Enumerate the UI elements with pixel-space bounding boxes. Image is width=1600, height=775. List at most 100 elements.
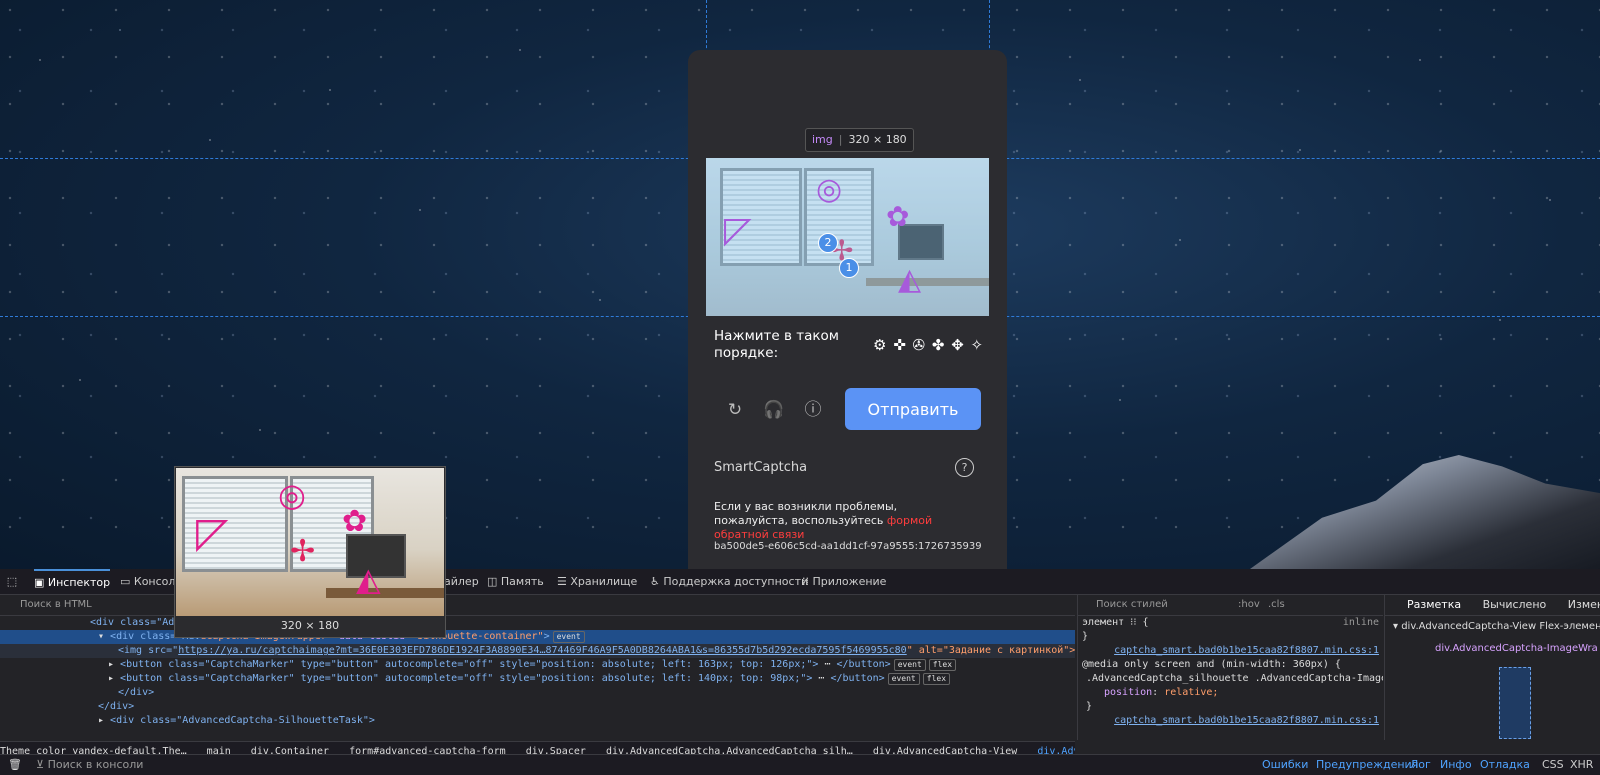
- headphones-icon[interactable]: 🎧: [762, 398, 786, 422]
- event-badge[interactable]: event: [552, 631, 585, 643]
- captcha-prompt: Нажмите в таком порядке:: [714, 328, 839, 361]
- preview-size-label: 320 × 180: [280, 619, 340, 632]
- tab-accessibility[interactable]: ♿ Поддержка доступности: [650, 569, 808, 594]
- shape-glyph: ◎: [278, 476, 306, 514]
- captcha-marker[interactable]: 1: [839, 258, 859, 278]
- tab-inspector[interactable]: ▣ Инспектор: [34, 569, 111, 596]
- tooltip-separator: |: [838, 133, 843, 146]
- css-declaration[interactable]: position: relative;: [1078, 686, 1383, 700]
- filter-warnings[interactable]: Предупреждения: [1316, 755, 1418, 775]
- flex-child-text: div.AdvancedCaptcha-ImageWra: [1435, 643, 1598, 654]
- html-line[interactable]: </div>: [0, 700, 1075, 714]
- shape-glyph: ◸: [196, 508, 229, 557]
- html-line[interactable]: ▸ <div class="AdvancedCaptcha-Silhouette…: [0, 714, 1075, 728]
- filter-css[interactable]: CSS: [1542, 755, 1564, 775]
- console-bar: 🗑 ⊻ Поиск в консоли Ошибки Предупреждени…: [0, 754, 1600, 775]
- style-brace: }: [1086, 701, 1093, 712]
- problem-text: Если у вас возникли проблемы, пожалуйста…: [714, 500, 898, 527]
- refresh-icon[interactable]: ↻: [723, 398, 747, 422]
- html-line[interactable]: ▸ <button class="CaptchaMarker" type="bu…: [0, 658, 1075, 672]
- flex-title-text: div.AdvancedCaptcha-View Flex-элемен: [1401, 621, 1600, 632]
- submit-button[interactable]: Отправить: [845, 388, 981, 430]
- flex-badge[interactable]: flex: [922, 673, 951, 685]
- styles-pane: Поиск стилей :hov .cls элемент ⁝⁝ { inlin…: [1077, 595, 1383, 740]
- html-tag: </button>: [830, 673, 885, 684]
- html-search-input[interactable]: Поиск в HTML: [0, 595, 1075, 616]
- html-tag: </div>: [118, 687, 155, 698]
- desk-image: [326, 588, 444, 598]
- info-icon[interactable]: ⓘ: [801, 398, 825, 422]
- tab-application[interactable]: ⁞⁞ Приложение: [802, 569, 886, 594]
- cls-toggle[interactable]: .cls: [1268, 595, 1285, 615]
- css-property: position: [1104, 687, 1153, 698]
- console-search-input[interactable]: ⊻ Поиск в консоли: [36, 755, 143, 775]
- html-line[interactable]: </div>: [0, 686, 1075, 700]
- shape-glyph: ◭: [356, 560, 381, 598]
- smartcaptcha-brand: SmartCaptcha: [714, 460, 808, 475]
- preview-image: ◸ ◎ ✿ ✢ ◭: [176, 468, 444, 616]
- tab-label: Хранилище: [570, 575, 638, 588]
- style-rule: элемент ⁝⁝ { inline: [1078, 616, 1383, 630]
- problem-notice: Если у вас возникли проблемы, пожалуйста…: [714, 500, 954, 542]
- element-size-tooltip: img | 320 × 180: [805, 128, 914, 152]
- media-query: @media only screen and (min-width: 360px…: [1082, 659, 1341, 670]
- stylesheet-link[interactable]: captcha_smart.bad0b1be15caa82f8807.min.c…: [1114, 645, 1379, 656]
- highlight-overlay: [706, 158, 989, 316]
- css-value: relative;: [1164, 687, 1219, 698]
- tooltip-tag: img: [812, 133, 833, 146]
- filter-errors[interactable]: Ошибки: [1262, 755, 1308, 775]
- html-tag: <button class="CaptchaMarker" type="butt…: [120, 673, 813, 684]
- html-tag: <button class="CaptchaMarker" type="butt…: [120, 659, 819, 670]
- captcha-marker[interactable]: 2: [818, 233, 838, 253]
- layout-tabs: Разметка Вычислено Измене: [1385, 595, 1600, 616]
- shape-glyph: ✢: [290, 534, 316, 569]
- help-icon[interactable]: ?: [955, 458, 974, 477]
- style-brace: }: [1082, 631, 1089, 642]
- inline-label: inline: [1342, 617, 1379, 628]
- html-line[interactable]: ▸ <button class="CaptchaMarker" type="bu…: [0, 672, 1075, 686]
- flex-badge[interactable]: flex: [928, 659, 957, 671]
- html-tag: <img src=": [118, 645, 179, 656]
- stylesheet-link[interactable]: captcha_smart.bad0b1be15caa82f8807.min.c…: [1114, 715, 1379, 726]
- hov-toggle[interactable]: :hov: [1238, 595, 1260, 615]
- tab-label: Инспектор: [47, 576, 111, 589]
- tab-label: Поддержка доступности: [663, 575, 809, 588]
- tab-computed[interactable]: Вычислено: [1483, 598, 1547, 611]
- trash-icon[interactable]: 🗑: [8, 755, 22, 775]
- html-tag: <div class="AdvancedCaptcha-SilhouetteTa…: [110, 715, 375, 726]
- tab-console[interactable]: ▭ Консол: [120, 569, 175, 594]
- filter-debug[interactable]: Отладка: [1480, 755, 1530, 775]
- flex-item-title: ▾ div.AdvancedCaptcha-View Flex-элемен: [1393, 621, 1600, 632]
- flex-child[interactable]: div.AdvancedCaptcha-ImageWra: [1385, 638, 1600, 660]
- filter-log[interactable]: Лог: [1410, 755, 1431, 775]
- css-selector: .AdvancedCaptcha_silhouette .AdvancedCap…: [1086, 673, 1383, 684]
- event-badge[interactable]: event: [893, 659, 926, 671]
- tab-label: айлер: [444, 575, 479, 588]
- image-url-link[interactable]: https://ya.ru/captchaimage?mt=36E0E303EF…: [178, 645, 906, 656]
- tab-memory[interactable]: ◫ Память: [487, 569, 544, 594]
- tab-changes[interactable]: Измене: [1568, 598, 1600, 611]
- filter-xhr[interactable]: XHR: [1570, 755, 1593, 775]
- filter-info[interactable]: Инфо: [1440, 755, 1472, 775]
- styles-search-placeholder: Поиск стилей: [1096, 599, 1168, 610]
- tab-label: Память: [500, 575, 544, 588]
- pick-element-icon[interactable]: ⬚: [4, 569, 20, 594]
- html-line[interactable]: <div class="Ad: [0, 616, 1075, 630]
- tab-storage[interactable]: ☰ Хранилище: [557, 569, 637, 594]
- tab-label: Приложение: [812, 575, 887, 588]
- element-rule: элемент ⁝⁝ {: [1082, 617, 1149, 628]
- captcha-token: ba500de5-e606c5cd-aa1dd1cf-97a9555:17267…: [714, 541, 982, 552]
- html-line-selected[interactable]: ▾ <div class="AdvdCaptcha-ImageWrapper" …: [0, 630, 1075, 644]
- tooltip-size: 320 × 180: [848, 133, 907, 146]
- tab-debugger[interactable]: айлер: [444, 569, 479, 594]
- html-line[interactable]: <img src="https://ya.ru/captchaimage?mt=…: [0, 644, 1075, 658]
- filter-icon: ⊻: [36, 758, 45, 771]
- silhouette-sequence: ⚙ ✜ ✇ ✤ ✥ ✧: [873, 336, 985, 354]
- tab-label: Консол: [133, 575, 176, 588]
- tab-layout[interactable]: Разметка: [1407, 598, 1461, 611]
- layout-pane: Разметка Вычислено Измене ▾ div.Advanced…: [1384, 595, 1600, 740]
- html-attr-value: " alt="Задание с картинкой">: [906, 645, 1075, 656]
- event-badge[interactable]: event: [887, 673, 920, 685]
- captcha-image[interactable]: ◸ ◎ ✿ ✢ ◭ 2 1: [706, 158, 989, 316]
- styles-search-input[interactable]: Поиск стилей :hov .cls: [1078, 595, 1383, 616]
